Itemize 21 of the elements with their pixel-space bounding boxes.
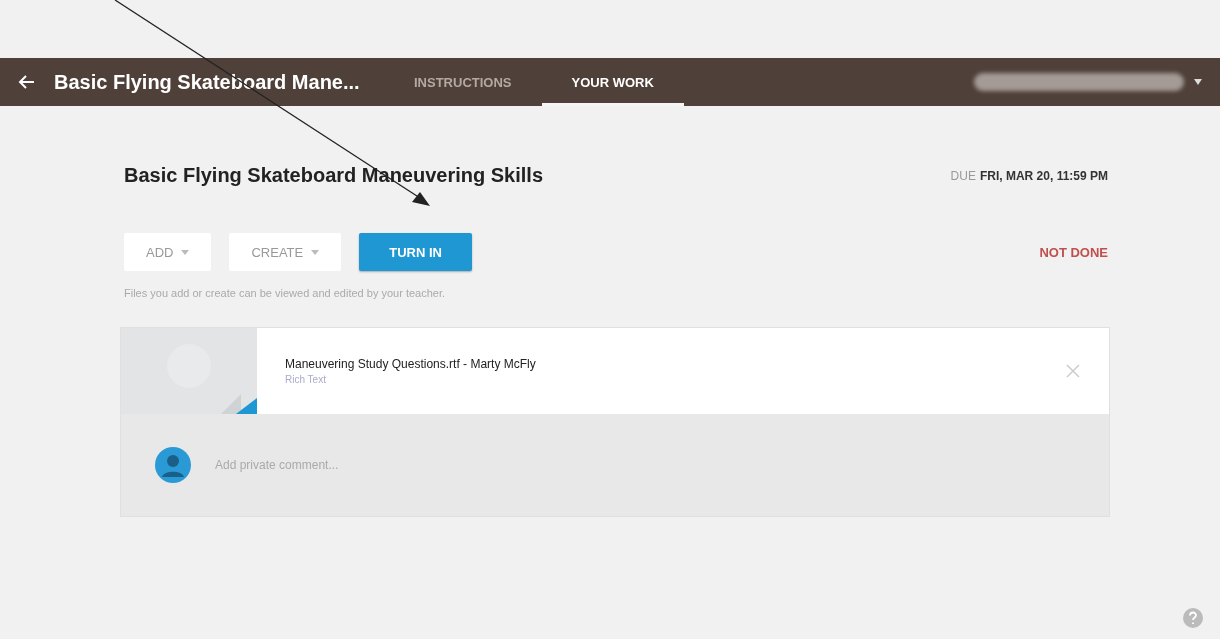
file-thumbnail[interactable] [121, 328, 257, 414]
tab[interactable]: YOUR WORK [541, 58, 684, 106]
close-icon[interactable] [1065, 363, 1081, 379]
tab[interactable]: INSTRUCTIONS [384, 58, 542, 106]
status-label: NOT DONE [1039, 244, 1108, 260]
due-date: DUE FRI, MAR 20, 11:59 PM [950, 168, 1108, 183]
caret-icon [181, 249, 190, 255]
avatar-icon [155, 447, 191, 483]
menu-button[interactable]: ADD [124, 233, 212, 271]
menu-button[interactable]: CREATE [229, 233, 342, 271]
blurred-account[interactable] [974, 73, 1184, 91]
file-name[interactable]: Maneuvering Study Questions.rtf - Marty McFly [285, 357, 536, 371]
comment-field[interactable]: Add private comment... [213, 457, 817, 473]
helper-text: Files you add or create can be viewed and edited by your teacher. [124, 287, 447, 299]
class-title: Basic Flying Skateboard Mane... [54, 70, 361, 94]
help-icon[interactable] [1182, 607, 1204, 629]
file-type: Rich Text [285, 374, 327, 385]
caret-icon [311, 249, 320, 255]
turn-in-button[interactable]: TURN IN [359, 233, 472, 271]
back-arrow-icon[interactable] [18, 73, 36, 91]
caret-icon[interactable] [1194, 79, 1202, 85]
